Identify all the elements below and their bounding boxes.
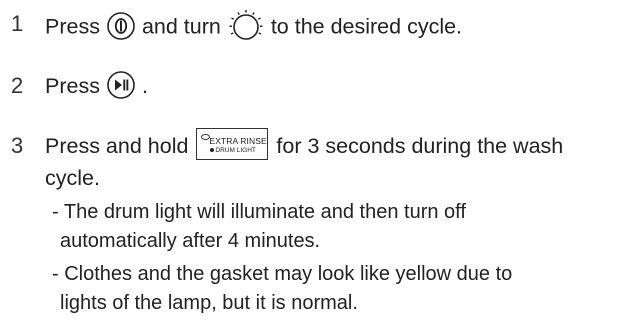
indicator-dot-icon [210,148,215,153]
extra-rinse-drum-light-button-icon: EXTRA RINSE DRUM LIGHT [196,128,269,161]
step-text: Press and hold EXTRA RINSE DRUM LIGHT fo… [45,128,564,163]
note-1-line2: automatically after 4 minutes. [60,230,321,252]
step-text-before: Press and hold [45,134,189,158]
step-text: Press and turn to the desired cycle. [45,9,462,47]
cycle-dial-icon [227,6,265,44]
step-text-before: Press [45,14,100,39]
start-pause-button-icon [106,70,136,100]
button-label-line2: DRUM LIGHT [215,147,256,155]
step-number: 1 [11,11,24,36]
note-1-line1: - The drum light will illuminate and the… [52,201,466,223]
step-text-middle: and turn [141,14,221,39]
button-label-line1: EXTRA RINSE [209,136,267,147]
step-number: 3 [11,133,24,158]
note-2-line2: lights of the lamp, but it is normal. [60,292,358,314]
note-2-line1: - Clothes and the gasket may look like y… [52,263,513,285]
step-text-cont: cycle. [45,166,100,190]
step-text-before: Press [45,74,100,98]
step-text: Press . [45,71,148,102]
step-text-after: for 3 seconds during the wash [276,134,564,158]
power-button-icon [106,11,136,41]
step-number: 2 [11,73,24,98]
step-text-after: . [141,74,148,98]
step-text-after: to the desired cycle. [270,14,463,39]
